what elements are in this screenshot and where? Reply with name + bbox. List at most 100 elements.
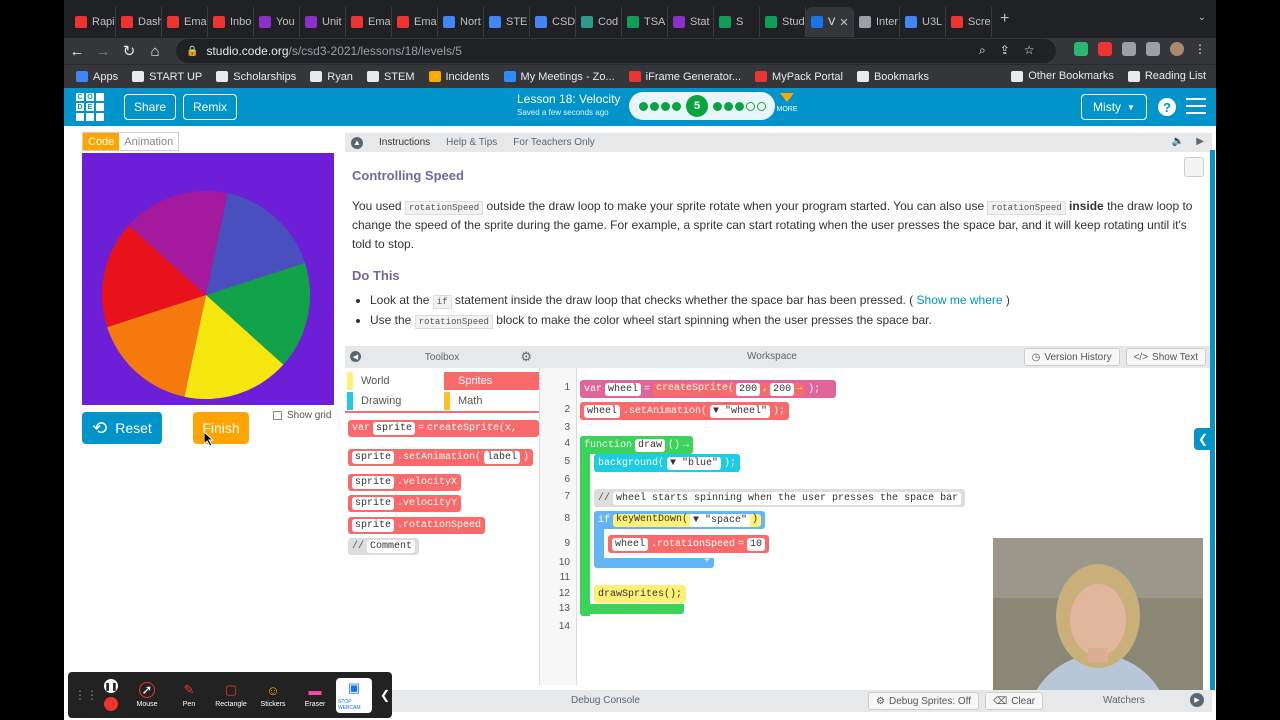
extension-icon[interactable] <box>1074 42 1088 56</box>
comment-slot[interactable]: Comment <box>367 540 416 553</box>
rotation-speed-assign-block[interactable]: wheel .rotationSpeed = 10 <box>608 535 770 553</box>
current-level-dot[interactable]: 5 <box>686 95 708 117</box>
level-dot[interactable] <box>639 101 648 111</box>
tab-search-icon[interactable]: ⌄ <box>1198 12 1206 23</box>
close-tab-icon[interactable]: ✕ <box>839 16 848 29</box>
level-dot[interactable] <box>713 101 722 111</box>
browser-tab[interactable]: S <box>714 7 760 37</box>
bookmark-item[interactable]: STEM <box>366 71 415 83</box>
comment-text[interactable]: wheel starts spinning when the user pres… <box>613 491 962 505</box>
more-button[interactable]: MORE <box>776 93 798 113</box>
set-animation-block[interactable]: sprite .setAnimation(label) <box>348 449 534 466</box>
object-slot[interactable]: sprite <box>352 451 395 464</box>
level-dot[interactable] <box>672 101 681 111</box>
object-slot[interactable]: wheel <box>612 537 649 551</box>
new-tab-icon[interactable]: + <box>1000 10 1009 28</box>
media-icon[interactable] <box>1146 42 1160 56</box>
help-icon[interactable]: ? <box>1158 98 1176 116</box>
tab-instructions[interactable]: Instructions <box>379 137 430 148</box>
value-slot[interactable]: 10 <box>747 537 766 551</box>
show-grid-checkbox[interactable] <box>273 411 282 420</box>
play-icon[interactable]: ▶ <box>1196 136 1204 147</box>
mouse-tool[interactable]: ➚ Mouse <box>126 682 168 708</box>
var-name-slot[interactable]: sprite <box>373 422 416 435</box>
code-line-2-block[interactable]: wheel .setAnimation(▼ "wheel"); <box>580 402 790 420</box>
arg-slot[interactable]: label <box>484 451 521 464</box>
browser-tab[interactable]: Unit <box>300 7 346 37</box>
toolbox-category[interactable]: World <box>347 372 442 390</box>
bookmark-item[interactable]: START UP <box>132 71 202 83</box>
stop-webcam-tool[interactable]: ▣ STOP WEBCAM <box>336 677 372 713</box>
scrollbar[interactable] <box>1210 150 1215 690</box>
level-dot[interactable] <box>746 101 755 111</box>
browser-tab[interactable]: Ema <box>392 7 438 37</box>
function-draw-block[interactable]: function draw () → <box>580 436 694 454</box>
tab-teachers-only[interactable]: For Teachers Only <box>513 137 595 148</box>
puzzle-icon[interactable] <box>1122 42 1136 56</box>
home-icon[interactable]: ⌂ <box>142 43 168 60</box>
debug-sprites-button[interactable]: ⚙ Debug Sprites: Off <box>868 692 980 710</box>
bookmark-item[interactable]: iFrame Generator... <box>628 71 741 83</box>
key-went-down-call[interactable]: keyWentDown(▼ "space") <box>613 513 762 527</box>
avatar[interactable] <box>1170 42 1184 56</box>
function-name-slot[interactable]: draw <box>635 438 666 452</box>
browser-tab[interactable]: Ema <box>346 7 392 37</box>
arg-slot[interactable]: 200 <box>770 382 795 396</box>
bookmark-item[interactable]: Other Bookmarks <box>1011 70 1114 82</box>
rectangle-tool[interactable]: ▢ Rectangle <box>210 682 252 708</box>
show-me-where-link[interactable]: Show me where <box>917 293 1003 307</box>
var-create-sprite-block[interactable]: var sprite = createSprite(x, <box>348 420 539 437</box>
star-icon[interactable]: ☆ <box>1024 43 1035 58</box>
bookmark-item[interactable]: My Meetings - Zo... <box>503 71 615 83</box>
arrow-icon[interactable]: → <box>683 440 689 451</box>
bookmark-item[interactable]: Ryan <box>310 71 353 83</box>
immersive-reader-icon[interactable] <box>1184 157 1204 177</box>
object-slot[interactable]: sprite <box>352 476 395 489</box>
bookmark-item[interactable]: Incidents <box>428 71 490 83</box>
debug-console-title[interactable]: Debug Console <box>571 695 640 706</box>
bookmark-item[interactable]: Bookmarks <box>856 71 929 83</box>
browser-tab[interactable]: V ✕ <box>806 7 854 37</box>
level-dot[interactable] <box>650 101 659 111</box>
create-sprite-call[interactable]: createSprite(200, 200 → <box>653 382 806 396</box>
browser-tab[interactable]: Rapi <box>70 7 116 37</box>
hamburger-icon[interactable] <box>1186 98 1206 114</box>
user-menu[interactable]: Misty ▼ <box>1081 94 1147 120</box>
velocity-y-block[interactable]: sprite .velocityY <box>348 495 462 512</box>
browser-tab[interactable]: Cod <box>576 7 622 37</box>
browser-tab[interactable]: Stud <box>760 7 806 37</box>
var-name-slot[interactable]: wheel <box>605 382 642 396</box>
tab-help-tips[interactable]: Help & Tips <box>446 137 497 148</box>
reset-button[interactable]: ⟲ Reset <box>82 412 162 444</box>
pen-tool[interactable]: ✎ Pen <box>168 682 210 708</box>
stickers-tool[interactable]: ☺ Stickers <box>252 682 294 709</box>
bookmark-item[interactable]: MyPack Portal <box>755 71 843 83</box>
arg-slot[interactable]: 200 <box>736 382 761 396</box>
level-dot[interactable] <box>735 101 744 111</box>
extension-icon[interactable] <box>1098 42 1112 56</box>
browser-tab[interactable]: U3L <box>900 7 946 37</box>
clear-button[interactable]: ⌫ Clear <box>985 692 1044 710</box>
bookmark-item[interactable]: Reading List <box>1127 70 1206 82</box>
browser-tab[interactable]: Ema <box>162 7 208 37</box>
level-dot[interactable] <box>724 101 733 111</box>
bookmark-item[interactable]: Scholarships <box>216 71 296 83</box>
toolbox-category[interactable]: Drawing <box>347 392 442 410</box>
forward-icon[interactable]: → <box>90 43 116 60</box>
comment-block[interactable]: //wheel starts spinning when the user pr… <box>594 489 966 507</box>
share-icon[interactable]: ⇪ <box>1000 43 1010 58</box>
back-icon[interactable]: ← <box>64 43 90 60</box>
game-canvas[interactable] <box>82 153 334 405</box>
show-grid-toggle[interactable]: Show grid <box>273 410 331 421</box>
code-line-1-block[interactable]: var wheel = createSprite(200, 200 → ); <box>580 380 836 398</box>
expand-icon[interactable]: ▶ <box>1190 693 1204 707</box>
browser-tab[interactable]: Inbo <box>208 7 254 37</box>
dropdown-slot[interactable]: ▼ "blue" <box>667 456 722 470</box>
collapse-toolbar-icon[interactable]: ❮ <box>380 688 390 702</box>
animation-tab[interactable]: Animation <box>119 133 179 150</box>
code-tab[interactable]: Code <box>83 133 120 150</box>
lesson-title[interactable]: Lesson 18: Velocity <box>517 92 620 106</box>
show-text-button[interactable]: </> Show Text <box>1125 348 1206 366</box>
browser-tab[interactable]: Stat <box>668 7 714 37</box>
dropdown-slot[interactable]: ▼ "wheel" <box>710 404 771 418</box>
